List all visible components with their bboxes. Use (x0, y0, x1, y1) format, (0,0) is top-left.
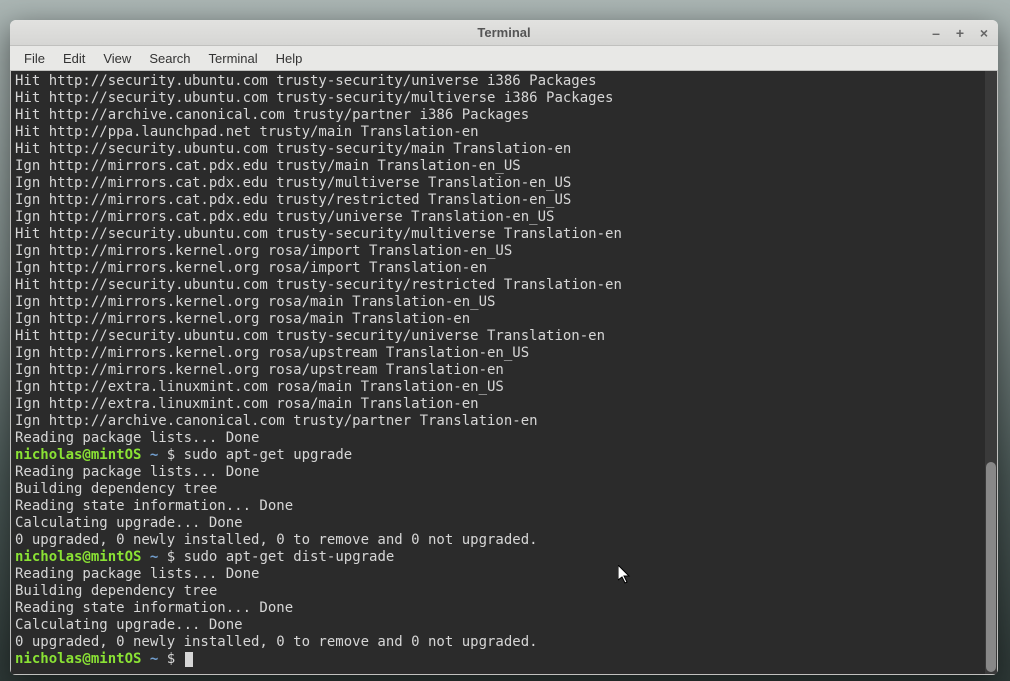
terminal-window: Terminal – + × File Edit View Search Ter… (10, 20, 998, 675)
output-line: Hit http://security.ubuntu.com trusty-se… (15, 73, 597, 89)
output-line: 0 upgraded, 0 newly installed, 0 to remo… (15, 634, 538, 650)
menu-help[interactable]: Help (268, 49, 311, 68)
prompt-userhost: nicholas@mintOS (15, 651, 141, 667)
output-line: Calculating upgrade... Done (15, 515, 243, 531)
output-line: Ign http://mirrors.kernel.org rosa/impor… (15, 243, 512, 259)
output-line: Hit http://security.ubuntu.com trusty-se… (15, 328, 605, 344)
output-line: Reading package lists... Done (15, 566, 259, 582)
scrollbar[interactable] (985, 71, 997, 674)
menu-file[interactable]: File (16, 49, 53, 68)
prompt-path: ~ (150, 651, 158, 667)
output-line: Ign http://mirrors.kernel.org rosa/main … (15, 294, 495, 310)
menu-search[interactable]: Search (141, 49, 198, 68)
close-button[interactable]: × (976, 25, 992, 41)
output-line: Building dependency tree (15, 583, 276, 599)
maximize-button[interactable]: + (952, 25, 968, 41)
menu-terminal[interactable]: Terminal (201, 49, 266, 68)
window-title: Terminal (477, 25, 530, 40)
output-line: Hit http://security.ubuntu.com trusty-se… (15, 141, 571, 157)
window-controls: – + × (928, 20, 992, 46)
output-line: Hit http://archive.canonical.com trusty/… (15, 107, 529, 123)
output-line: Ign http://extra.linuxmint.com rosa/main… (15, 396, 479, 412)
command-text: sudo apt-get dist-upgrade (184, 549, 395, 565)
terminal-output[interactable]: Hit http://security.ubuntu.com trusty-se… (11, 71, 985, 674)
prompt-sigil: $ (167, 549, 175, 565)
minimize-button[interactable]: – (928, 25, 944, 41)
menu-edit[interactable]: Edit (55, 49, 93, 68)
prompt-userhost: nicholas@mintOS (15, 447, 141, 463)
output-line: Ign http://extra.linuxmint.com rosa/main… (15, 379, 504, 395)
output-line: Reading package lists... Done (15, 464, 259, 480)
output-line: Reading state information... Done (15, 498, 293, 514)
output-line: Reading state information... Done (15, 600, 293, 616)
titlebar[interactable]: Terminal – + × (10, 20, 998, 46)
output-line: Hit http://ppa.launchpad.net trusty/main… (15, 124, 479, 140)
prompt-sigil: $ (167, 651, 175, 667)
terminal-wrap: Hit http://security.ubuntu.com trusty-se… (10, 70, 998, 675)
output-line: Reading package lists... Done (15, 430, 259, 446)
menubar: File Edit View Search Terminal Help (10, 46, 998, 70)
menu-view[interactable]: View (95, 49, 139, 68)
output-line: Ign http://mirrors.cat.pdx.edu trusty/un… (15, 209, 554, 225)
output-line: Ign http://mirrors.cat.pdx.edu trusty/re… (15, 192, 571, 208)
output-line: 0 upgraded, 0 newly installed, 0 to remo… (15, 532, 538, 548)
output-line: Calculating upgrade... Done (15, 617, 243, 633)
output-line: Ign http://mirrors.kernel.org rosa/impor… (15, 260, 487, 276)
output-line: Ign http://mirrors.kernel.org rosa/main … (15, 311, 470, 327)
output-line: Ign http://mirrors.kernel.org rosa/upstr… (15, 345, 529, 361)
output-line: Ign http://mirrors.kernel.org rosa/upstr… (15, 362, 504, 378)
output-line: Building dependency tree (15, 481, 276, 497)
output-line: Hit http://security.ubuntu.com trusty-se… (15, 90, 613, 106)
scrollbar-thumb[interactable] (986, 462, 996, 672)
output-line: Ign http://mirrors.cat.pdx.edu trusty/mu… (15, 175, 571, 191)
output-line: Hit http://security.ubuntu.com trusty-se… (15, 226, 622, 242)
output-line: Ign http://mirrors.cat.pdx.edu trusty/ma… (15, 158, 521, 174)
prompt-sigil: $ (167, 447, 175, 463)
prompt-path: ~ (150, 447, 158, 463)
prompt-userhost: nicholas@mintOS (15, 549, 141, 565)
prompt-path: ~ (150, 549, 158, 565)
output-line: Ign http://archive.canonical.com trusty/… (15, 413, 538, 429)
output-line: Hit http://security.ubuntu.com trusty-se… (15, 277, 622, 293)
cursor-icon (185, 652, 193, 667)
command-text: sudo apt-get upgrade (184, 447, 353, 463)
